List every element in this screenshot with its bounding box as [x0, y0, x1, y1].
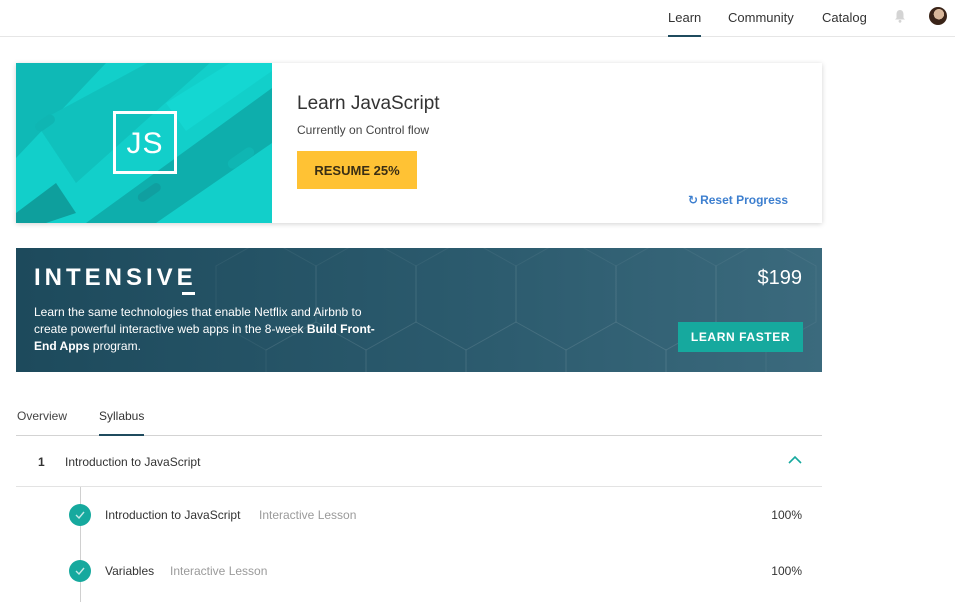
module-header[interactable]: 1 Introduction to JavaScript: [16, 437, 822, 487]
chevron-up-icon[interactable]: [788, 455, 802, 465]
course-tabs: Overview Syllabus: [16, 400, 822, 436]
complete-check-icon: [69, 560, 91, 582]
js-logo: JS: [113, 111, 177, 174]
bell-icon[interactable]: [894, 9, 906, 23]
module-number: 1: [38, 455, 45, 469]
intensive-description: Learn the same technologies that enable …: [34, 304, 379, 355]
top-navigation: Learn Community Catalog: [0, 0, 955, 37]
refresh-icon: ↻: [688, 193, 699, 207]
course-title: Learn JavaScript: [297, 93, 440, 114]
lesson-type: Interactive Lesson: [259, 508, 357, 522]
lesson-percent: 100%: [771, 508, 802, 522]
tab-overview[interactable]: Overview: [17, 409, 67, 423]
learn-faster-button[interactable]: LEARN FASTER: [678, 322, 803, 352]
complete-check-icon: [69, 504, 91, 526]
course-hero-image: JS: [16, 63, 272, 223]
lesson-title: Introduction to JavaScript: [105, 508, 241, 522]
intensive-title: INTENSIVE: [34, 264, 197, 291]
reset-progress-label: Reset Progress: [700, 193, 789, 207]
lesson-type: Interactive Lesson: [170, 564, 268, 578]
lesson-item[interactable]: Variables Interactive Lesson 100%: [16, 551, 822, 591]
intensive-banner: INTENSIVE Learn the same technologies th…: [16, 248, 822, 372]
nav-catalog[interactable]: Catalog: [822, 10, 867, 25]
lesson-title: Variables: [105, 564, 155, 578]
tab-syllabus[interactable]: Syllabus: [99, 409, 145, 436]
intensive-desc-suffix: program.: [89, 339, 141, 353]
resume-button[interactable]: RESUME 25%: [297, 151, 417, 189]
intensive-price: $199: [757, 267, 803, 289]
module-title: Introduction to JavaScript: [65, 455, 201, 469]
lesson-percent: 100%: [771, 564, 802, 578]
nav-community[interactable]: Community: [728, 10, 794, 25]
reset-progress-link[interactable]: ↻ Reset Progress: [688, 193, 788, 207]
avatar[interactable]: [929, 7, 947, 25]
course-current-lesson: Currently on Control flow: [297, 123, 430, 137]
course-card: JS Learn JavaScript Currently on Control…: [16, 63, 822, 223]
nav-learn[interactable]: Learn: [668, 10, 702, 37]
lesson-item[interactable]: Introduction to JavaScript Interactive L…: [16, 495, 822, 535]
intensive-title-underline: [182, 292, 195, 295]
